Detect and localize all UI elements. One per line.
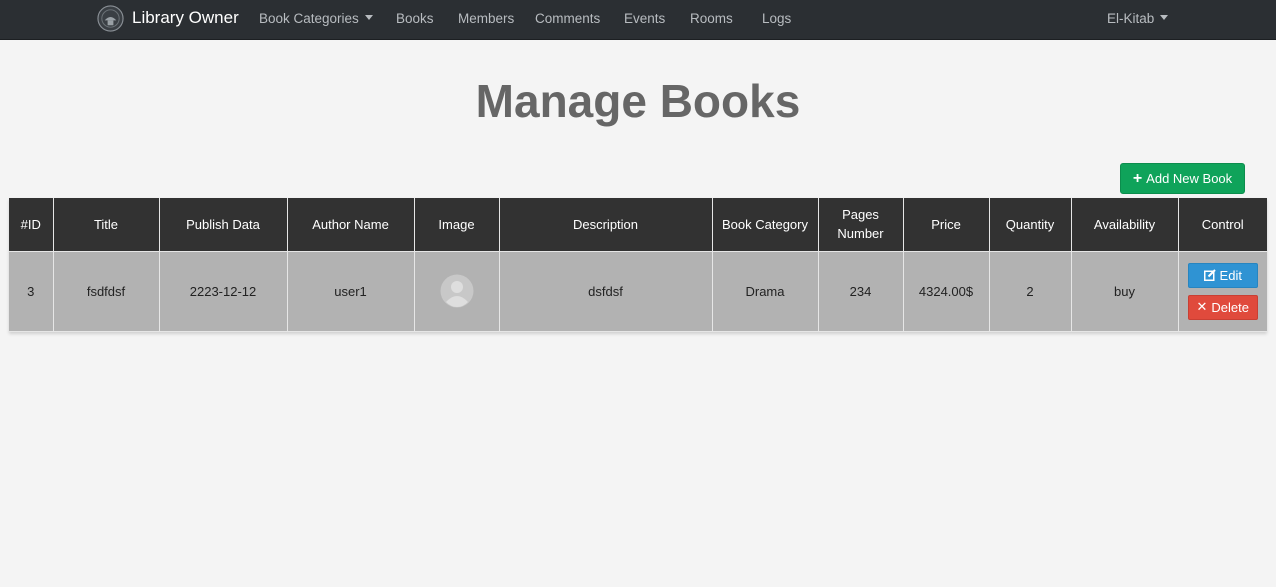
- cell-id: 3: [9, 250, 54, 332]
- table-header-row: #ID Title Publish Data Author Name Image…: [9, 198, 1267, 252]
- cell-description: dsfdsf: [498, 250, 713, 332]
- cell-availability: buy: [1070, 250, 1179, 332]
- table-row: 3 fsdfdsf 2223-12-12 user1 dsfdsf Drama …: [9, 250, 1267, 332]
- add-new-book-button[interactable]: + Add New Book: [1120, 163, 1245, 194]
- library-logo-icon: [97, 4, 124, 32]
- header-publish-data: Publish Data: [158, 198, 288, 252]
- cell-publish-date: 2223-12-12: [158, 250, 288, 332]
- cell-author: user1: [286, 250, 415, 332]
- cell-control: Edit ✕ Delete: [1177, 250, 1267, 332]
- chevron-down-icon: [364, 14, 373, 20]
- header-description: Description: [498, 198, 713, 252]
- brand-link[interactable]: Library Owner: [97, 4, 239, 32]
- brand-title: Library Owner: [132, 8, 239, 27]
- edit-icon: [1203, 269, 1216, 281]
- page-title: Manage Books: [475, 75, 801, 127]
- user-avatar-placeholder-icon: [440, 274, 473, 308]
- nav-book-categories-dropdown[interactable]: Book Categories: [259, 11, 373, 26]
- header-availability: Availability: [1070, 198, 1179, 252]
- top-navbar: Library Owner Book Categories Books Memb…: [0, 0, 1276, 40]
- delete-label: Delete: [1211, 299, 1249, 315]
- nav-rooms[interactable]: Rooms: [690, 11, 733, 26]
- header-control: Control: [1177, 198, 1267, 252]
- header-book-category: Book Category: [711, 198, 819, 252]
- user-menu-dropdown[interactable]: El-Kitab: [1107, 11, 1169, 26]
- books-table: #ID Title Publish Data Author Name Image…: [9, 198, 1267, 332]
- plus-icon: +: [1132, 169, 1143, 187]
- nav-members[interactable]: Members: [458, 11, 514, 26]
- edit-label: Edit: [1219, 267, 1242, 283]
- close-icon: ✕: [1196, 299, 1208, 314]
- header-image: Image: [413, 198, 500, 252]
- nav-books[interactable]: Books: [396, 11, 434, 26]
- edit-button[interactable]: Edit: [1187, 262, 1258, 288]
- header-quantity: Quantity: [988, 198, 1072, 252]
- cell-price: 4324.00$: [902, 250, 990, 332]
- chevron-down-icon: [1160, 14, 1169, 20]
- cell-image: [413, 250, 500, 332]
- header-author-name: Author Name: [286, 198, 415, 252]
- header-title: Title: [52, 198, 160, 252]
- add-new-book-label: Add New Book: [1146, 171, 1233, 186]
- user-menu-label: El-Kitab: [1107, 11, 1155, 26]
- delete-button[interactable]: ✕ Delete: [1187, 294, 1258, 320]
- cell-category: Drama: [711, 250, 819, 332]
- nav-logs[interactable]: Logs: [762, 11, 791, 26]
- header-pages-number: Pages Number: [817, 198, 904, 252]
- cell-pages: 234: [817, 250, 904, 332]
- nav-events[interactable]: Events: [624, 11, 665, 26]
- nav-comments[interactable]: Comments: [535, 11, 600, 26]
- cell-title: fsdfdsf: [52, 250, 160, 332]
- header-id: #ID: [9, 198, 54, 252]
- nav-book-categories-label: Book Categories: [259, 11, 359, 26]
- header-price: Price: [902, 198, 990, 252]
- cell-quantity: 2: [988, 250, 1072, 332]
